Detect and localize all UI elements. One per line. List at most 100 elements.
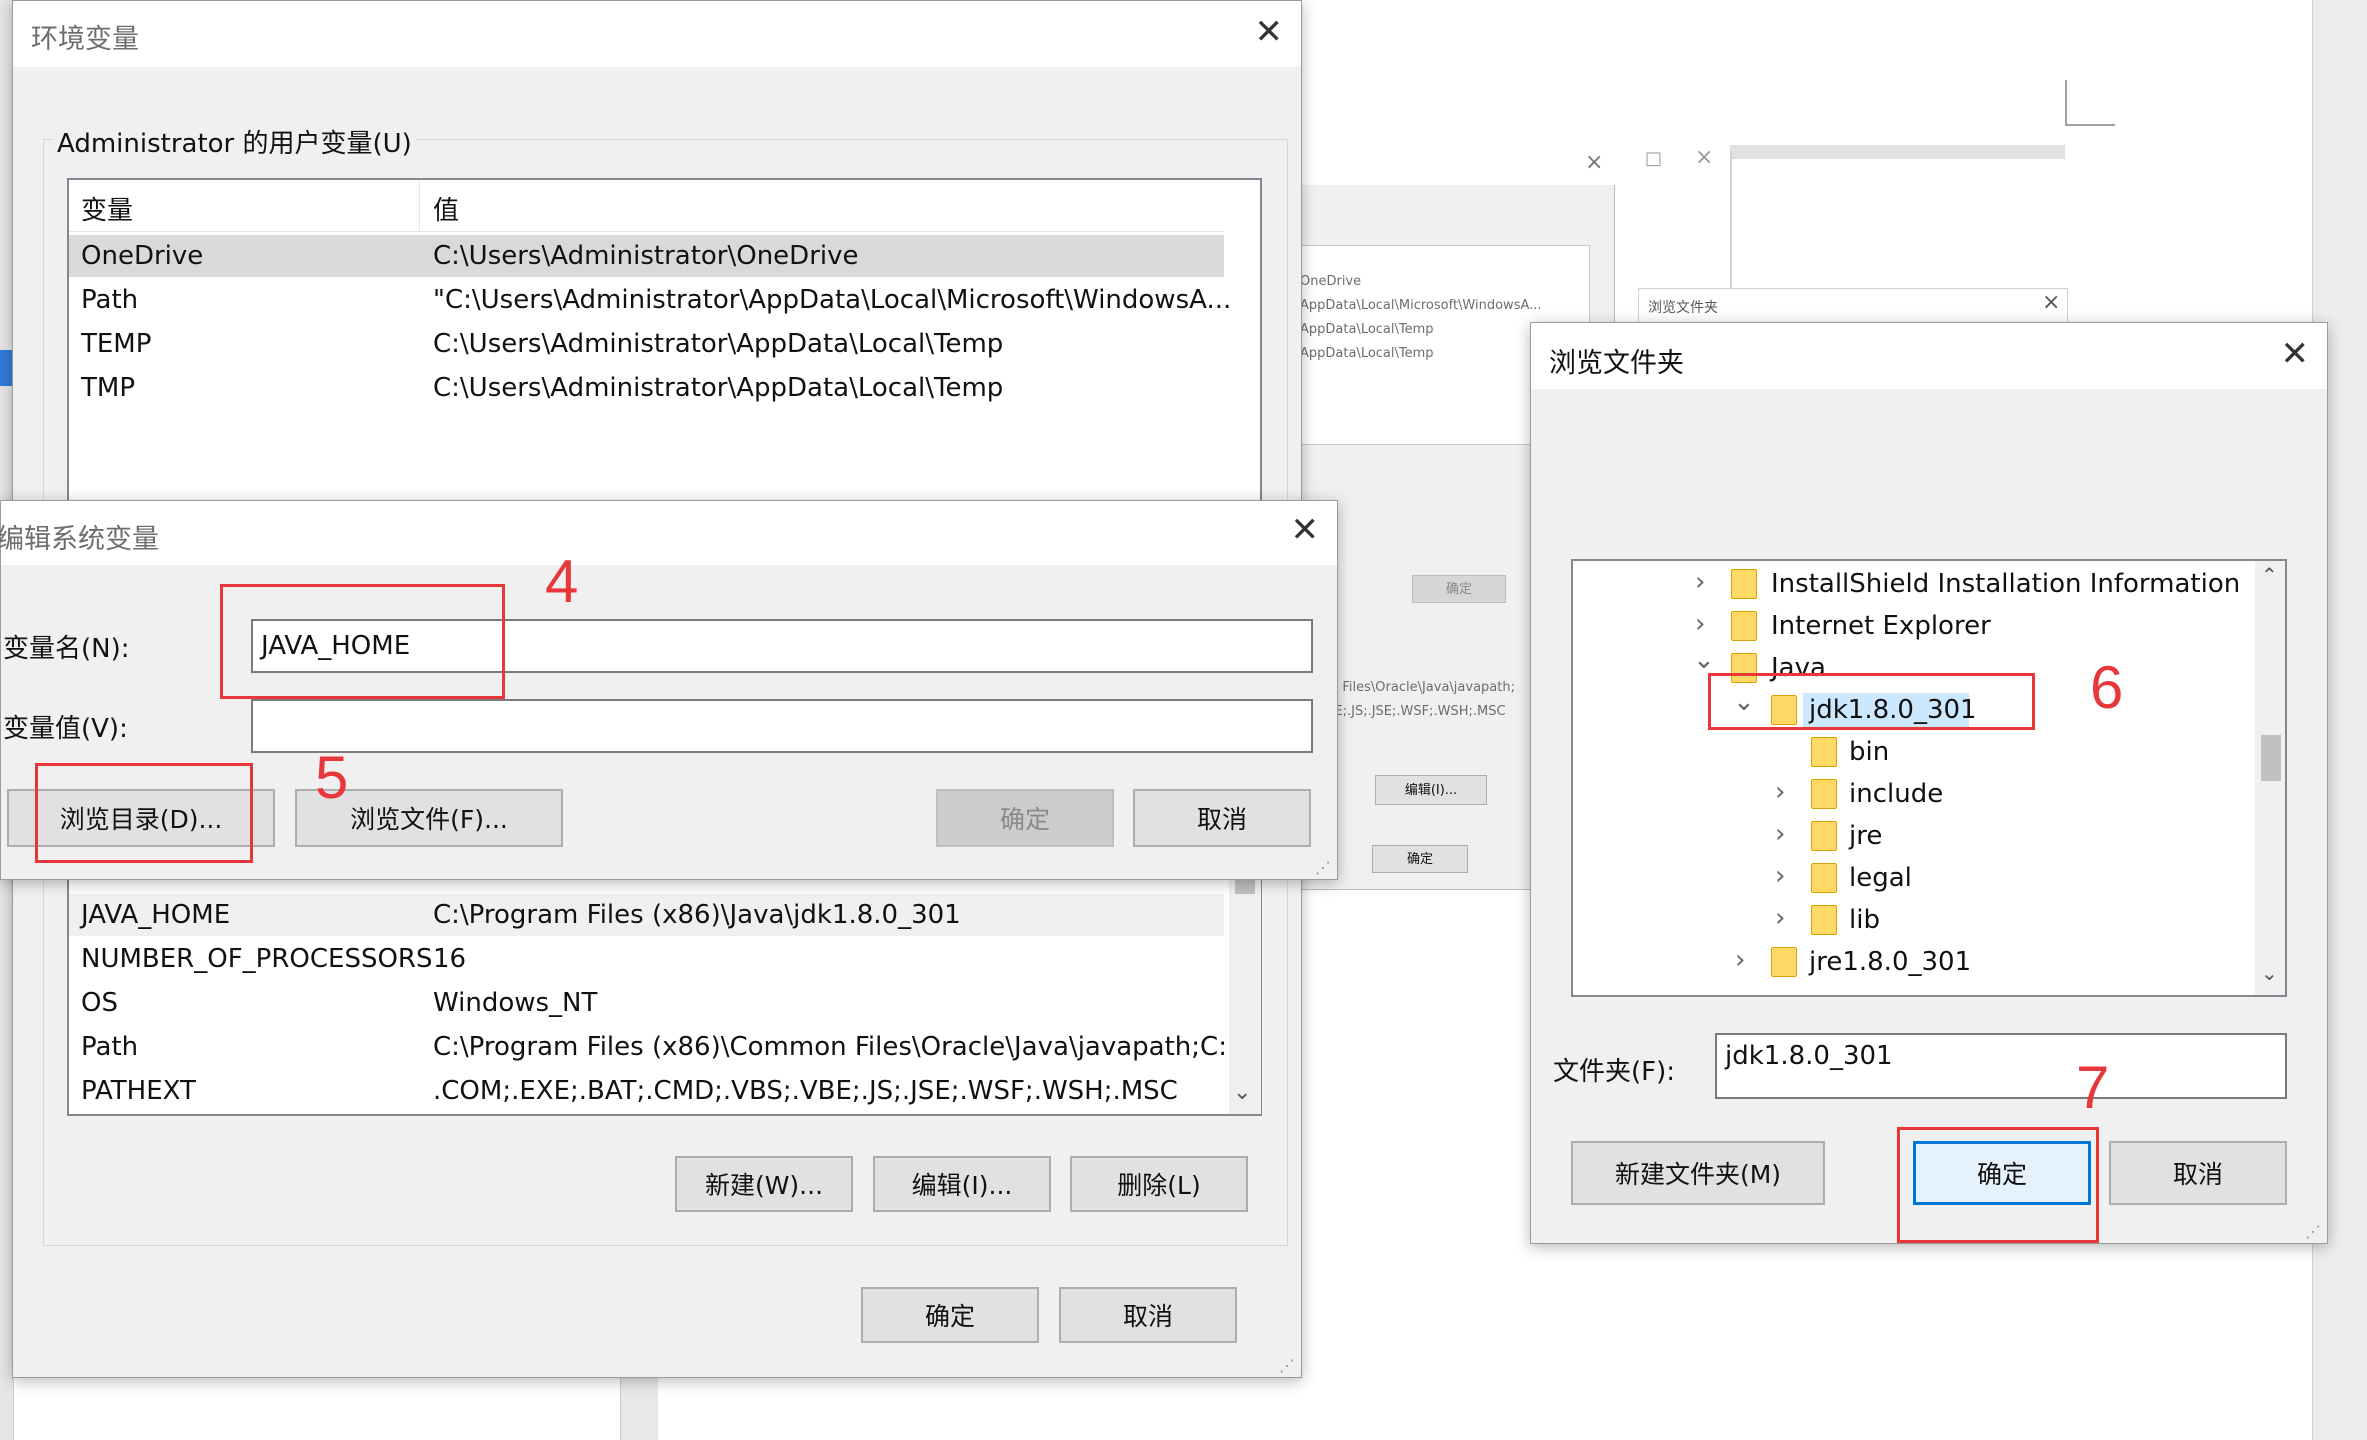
- background-small-dialog-close-icon: ×: [2042, 290, 2061, 315]
- table-row[interactable]: TMP C:\Users\Administrator\AppData\Local…: [69, 367, 1224, 409]
- variable-value-input[interactable]: [251, 699, 1313, 753]
- chevron-right-icon[interactable]: ›: [1775, 861, 1785, 891]
- tree-item[interactable]: › include: [1573, 775, 2253, 815]
- close-icon[interactable]: ✕: [1255, 15, 1284, 49]
- annotation-box-ok-button: [1897, 1127, 2099, 1243]
- tree-item[interactable]: › InstallShield Installation Information: [1573, 565, 2253, 605]
- chevron-right-icon[interactable]: ›: [1775, 819, 1785, 849]
- scroll-up-icon[interactable]: ⌃: [2261, 563, 2278, 587]
- environment-variables-titlebar: 环境变量 ✕: [13, 1, 1301, 67]
- user-var-name-2: TEMP: [81, 329, 152, 359]
- tree-item[interactable]: › jre: [1573, 817, 2253, 857]
- table-row[interactable]: PATHEXT .COM;.EXE;.BAT;.CMD;.VBS;.VBE;.J…: [69, 1070, 1224, 1112]
- user-variables-list: 变量 值 OneDrive C:\Users\Administrator\One…: [67, 178, 1262, 508]
- system-var-name-1: NUMBER_OF_PROCESSORS: [81, 944, 433, 974]
- system-var-name-4: PATHEXT: [81, 1076, 196, 1106]
- system-var-value-3: C:\Program Files (x86)\Common Files\Orac…: [433, 1032, 1252, 1062]
- scrollbar-thumb[interactable]: [2261, 735, 2281, 781]
- column-divider: [419, 180, 420, 232]
- chevron-right-icon[interactable]: ›: [1775, 777, 1785, 807]
- background-small-dialog-title: 浏览文件夹: [1648, 300, 1718, 316]
- chevron-right-icon[interactable]: ›: [1775, 903, 1785, 933]
- folder-icon: [1811, 863, 1837, 893]
- chevron-down-icon[interactable]: ⌄: [1693, 645, 1715, 675]
- system-var-value-2: Windows_NT: [433, 988, 598, 1018]
- cancel-button[interactable]: 取消: [1133, 789, 1311, 847]
- folder-icon: [1771, 947, 1797, 977]
- tree-item-label: include: [1849, 779, 1944, 809]
- column-header-variable[interactable]: 变量: [81, 190, 133, 227]
- scroll-down-icon[interactable]: ⌄: [2261, 961, 2278, 985]
- resize-grip-icon[interactable]: ⋰: [2305, 1222, 2321, 1241]
- tree-item-label: legal: [1849, 863, 1912, 893]
- ok-button[interactable]: 确定: [861, 1287, 1039, 1343]
- folder-icon: [1811, 779, 1837, 809]
- delete-variable-button[interactable]: 删除(L): [1070, 1156, 1248, 1212]
- tree-item[interactable]: › jre1.8.0_301: [1573, 943, 2253, 983]
- environment-variables-title: 环境变量: [31, 24, 139, 55]
- annotation-step-6: 6: [2090, 654, 2124, 721]
- table-row-selected[interactable]: OneDrive C:\Users\Administrator\OneDrive: [69, 235, 1224, 277]
- column-header-value[interactable]: 值: [433, 190, 459, 227]
- vertical-scrollbar[interactable]: ⌃ ⌄: [2255, 561, 2285, 995]
- user-var-value-0: C:\Users\Administrator\OneDrive: [433, 241, 859, 271]
- browse-folder-window: 浏览文件夹 ✕ › InstallShield Installation Inf…: [1530, 322, 2328, 1244]
- table-row[interactable]: Path C:\Program Files (x86)\Common Files…: [69, 1026, 1252, 1068]
- scroll-down-icon[interactable]: ⌄: [1233, 1080, 1251, 1105]
- background-dialog-ok-button-2: 确定: [1372, 845, 1468, 873]
- new-variable-button[interactable]: 新建(W)...: [675, 1156, 853, 1212]
- close-icon[interactable]: ✕: [1291, 513, 1320, 547]
- cancel-button[interactable]: 取消: [1059, 1287, 1237, 1343]
- system-var-name-2: OS: [81, 988, 118, 1018]
- chevron-right-icon[interactable]: ›: [1695, 567, 1705, 597]
- user-variables-header: 变量 值: [69, 180, 1224, 232]
- background-dialog-title: [1295, 145, 1615, 185]
- tree-item-label: bin: [1849, 737, 1890, 767]
- background-dialog-row-3: AppData\Local\Temp: [1300, 346, 1434, 361]
- resize-grip-icon[interactable]: ⋰: [1315, 858, 1331, 877]
- scrollbar-thumb[interactable]: [1235, 880, 1255, 894]
- resize-grip-icon[interactable]: ⋰: [1279, 1356, 1295, 1375]
- folder-icon: [1731, 611, 1757, 641]
- background-dialog-ok-button: 确定: [1412, 575, 1506, 603]
- folder-icon: [1811, 905, 1837, 935]
- table-row[interactable]: OS Windows_NT: [69, 982, 1224, 1024]
- annotation-step-5: 5: [315, 744, 349, 811]
- tree-item[interactable]: › legal: [1573, 859, 2253, 899]
- edit-system-variable-title: 编辑系统变量: [0, 524, 159, 555]
- folder-icon: [1811, 821, 1837, 851]
- tree-item[interactable]: bin: [1573, 733, 2253, 773]
- tree-item[interactable]: › Internet Explorer: [1573, 607, 2253, 647]
- edit-variable-button[interactable]: 编辑(I)...: [873, 1156, 1051, 1212]
- table-row[interactable]: TEMP C:\Users\Administrator\AppData\Loca…: [69, 323, 1224, 365]
- table-row[interactable]: NUMBER_OF_PROCESSORS 16: [69, 938, 1224, 980]
- table-row[interactable]: Path "C:\Users\Administrator\AppData\Loc…: [69, 279, 1231, 321]
- tree-item[interactable]: › lib: [1573, 901, 2253, 941]
- cancel-button[interactable]: 取消: [2109, 1141, 2287, 1205]
- folder-tree: › InstallShield Installation Information…: [1571, 559, 2287, 997]
- folder-label: 文件夹(F):: [1553, 1057, 1676, 1087]
- vertical-scrollbar[interactable]: ⌄: [1229, 858, 1261, 1114]
- variable-name-label: 变量名(N):: [3, 634, 130, 664]
- background-dialog-row-0: OneDrive: [1300, 274, 1362, 289]
- folder-name-input[interactable]: jdk1.8.0_301: [1715, 1033, 2287, 1099]
- chevron-right-icon[interactable]: ›: [1695, 609, 1705, 639]
- chevron-right-icon[interactable]: ›: [1735, 945, 1745, 975]
- ok-button[interactable]: 确定: [936, 789, 1114, 847]
- annotation-box-browse-directory: [35, 763, 253, 863]
- user-var-name-0: OneDrive: [81, 241, 204, 271]
- table-row-selected[interactable]: JAVA_HOME C:\Program Files (x86)\Java\jd…: [69, 894, 1224, 936]
- tree-item-label: lib: [1849, 905, 1880, 935]
- user-var-value-3: C:\Users\Administrator\AppData\Local\Tem…: [433, 373, 1004, 403]
- background-dialog-snippet-2: ;E;.JS;.JSE;.WSF;.WSH;.MSC: [1330, 704, 1506, 719]
- browse-folder-title: 浏览文件夹: [1549, 348, 1684, 379]
- edit-system-variable-titlebar: 编辑系统变量 ✕: [0, 501, 1337, 565]
- close-icon[interactable]: ✕: [2281, 337, 2310, 371]
- system-var-value-1: 16: [433, 944, 467, 974]
- annotation-step-4: 4: [545, 548, 579, 615]
- annotation-step-7: 7: [2076, 1054, 2110, 1121]
- new-folder-button[interactable]: 新建文件夹(M): [1571, 1141, 1825, 1205]
- tree-item-label: InstallShield Installation Information: [1771, 569, 2241, 599]
- folder-icon: [1811, 737, 1837, 767]
- variable-value-label: 变量值(V):: [3, 714, 128, 744]
